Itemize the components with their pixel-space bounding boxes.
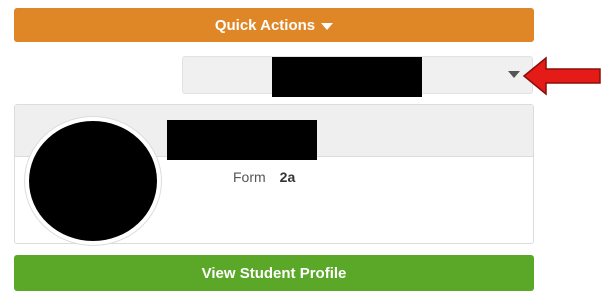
red-pointer-arrow-icon	[522, 56, 601, 96]
redacted-student-name	[167, 120, 317, 160]
form-label: Form	[233, 169, 266, 185]
form-value: 2a	[279, 169, 296, 185]
quick-actions-button[interactable]: Quick Actions	[14, 8, 534, 42]
form-info: Form 2a	[233, 169, 295, 185]
view-student-profile-button[interactable]: View Student Profile	[14, 255, 534, 291]
view-student-profile-label: View Student Profile	[201, 264, 347, 282]
redacted-student-name	[272, 57, 422, 97]
quick-actions-label: Quick Actions	[214, 16, 316, 34]
student-widget: Quick Actions Form 2a View Student Profi…	[0, 0, 606, 300]
student-card: Form 2a	[14, 104, 534, 245]
caret-down-icon	[321, 22, 334, 30]
avatar	[25, 117, 161, 245]
caret-down-icon[interactable]	[508, 71, 520, 78]
student-selector-dropdown[interactable]	[182, 56, 533, 97]
